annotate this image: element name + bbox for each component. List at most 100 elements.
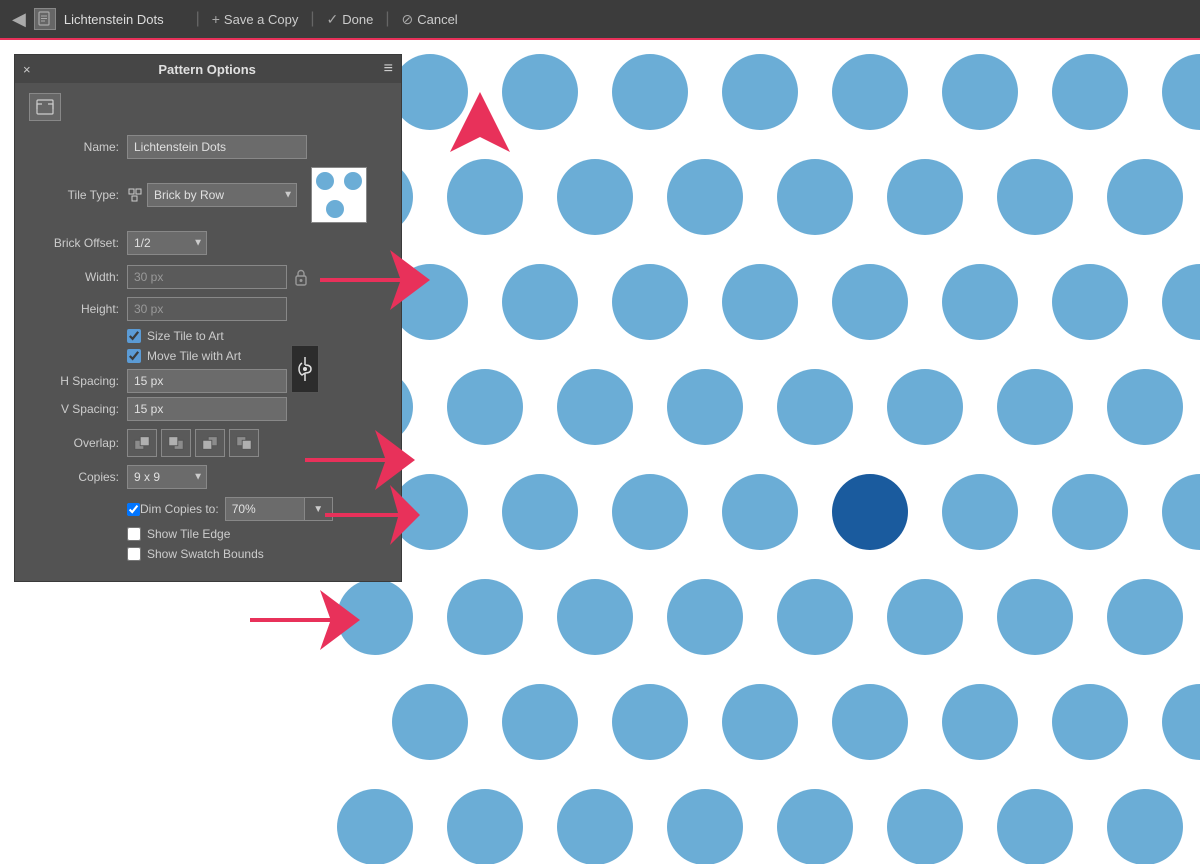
dim-copies-dropdown-button[interactable]: ▼ [305,497,333,521]
show-swatch-bounds-label: Show Swatch Bounds [147,547,264,561]
pattern-dot[interactable] [832,264,908,340]
tile-type-select[interactable]: Brick by Row Grid Brick by Column Hex by… [147,183,297,207]
pattern-dot[interactable] [337,579,413,655]
overlap-back-left-button[interactable] [195,429,225,457]
pattern-dot[interactable] [777,369,853,445]
panel-body: Name: Tile Type: [15,83,401,581]
pattern-dot[interactable] [447,369,523,445]
lock-icon[interactable] [291,267,311,287]
pattern-dot[interactable] [832,54,908,130]
overlap-back-right-button[interactable] [229,429,259,457]
pattern-dot[interactable] [1052,684,1128,760]
close-button[interactable]: × [23,62,31,77]
move-tile-checkbox[interactable] [127,349,141,363]
pattern-dot[interactable] [997,369,1073,445]
pattern-dot[interactable] [612,54,688,130]
cancel-prefix: ⊘ [401,11,413,28]
save-copy-button[interactable]: + Save a Copy [212,11,299,27]
cancel-button[interactable]: ⊘ Cancel [401,11,457,28]
height-input[interactable] [127,297,287,321]
show-tile-edge-checkbox[interactable] [127,527,141,541]
pattern-dot[interactable] [557,789,633,864]
move-tile-row: Move Tile with Art [29,349,387,363]
done-button[interactable]: ✓ Done [327,11,374,28]
pattern-dot[interactable] [557,159,633,235]
pattern-dot[interactable] [997,789,1073,864]
copies-select[interactable]: 9 x 9 3 x 3 5 x 5 7 x 7 11 x 11 [127,465,207,489]
dim-copies-checkbox[interactable] [127,503,140,516]
pattern-dot[interactable] [1162,54,1200,130]
pattern-dot[interactable] [1052,264,1128,340]
dim-copies-input[interactable] [225,497,305,521]
pattern-dot[interactable] [722,264,798,340]
pattern-dot[interactable] [997,579,1073,655]
pattern-dot[interactable] [337,789,413,864]
pattern-canvas[interactable] [390,40,1200,864]
pattern-dot[interactable] [942,54,1018,130]
pattern-dot[interactable] [1162,684,1200,760]
name-input[interactable] [127,135,307,159]
pattern-dot[interactable] [887,579,963,655]
pattern-dot[interactable] [447,159,523,235]
pattern-dot[interactable] [887,789,963,864]
size-tile-label: Size Tile to Art [147,329,224,343]
pattern-dot[interactable] [502,264,578,340]
overlap-front-right-button[interactable] [161,429,191,457]
width-row: Width: [29,265,387,289]
pattern-dot[interactable] [667,579,743,655]
pattern-dot[interactable] [1162,474,1200,550]
pattern-dot[interactable] [392,54,468,130]
pattern-dot[interactable] [612,264,688,340]
pattern-dot[interactable] [1107,789,1183,864]
tile-preview [311,167,367,223]
pattern-dot[interactable] [557,369,633,445]
pattern-dot[interactable] [1052,474,1128,550]
fit-to-window-button[interactable] [29,93,61,121]
pattern-dot[interactable] [502,684,578,760]
pattern-dot[interactable] [777,159,853,235]
pattern-dot[interactable] [667,369,743,445]
back-button[interactable]: ◀ [12,9,26,30]
pattern-dot[interactable] [777,579,853,655]
pattern-dot[interactable] [722,54,798,130]
pattern-dot[interactable] [1052,54,1128,130]
pattern-dot[interactable] [722,684,798,760]
pattern-dot[interactable] [392,684,468,760]
pattern-dot[interactable] [612,474,688,550]
pattern-dot[interactable] [1162,264,1200,340]
pattern-dot[interactable] [942,684,1018,760]
pattern-dot[interactable] [887,369,963,445]
overlap-front-left-button[interactable] [127,429,157,457]
pattern-dot[interactable] [557,579,633,655]
pattern-dot[interactable] [777,789,853,864]
pattern-dot[interactable] [392,474,468,550]
pattern-dot[interactable] [722,474,798,550]
link-spacing-button[interactable] [291,345,319,393]
pattern-dot[interactable] [667,159,743,235]
pattern-dot[interactable] [667,789,743,864]
pattern-dot[interactable] [1107,579,1183,655]
brick-offset-select[interactable]: 1/2 1/3 1/4 1/5 [127,231,207,255]
pattern-dot[interactable] [447,579,523,655]
pattern-dot[interactable] [447,789,523,864]
pattern-dot[interactable] [612,684,688,760]
pattern-dot[interactable] [1107,369,1183,445]
width-input[interactable] [127,265,287,289]
pattern-dot[interactable] [392,264,468,340]
panel-title: Pattern Options [158,62,256,77]
pattern-dot[interactable] [832,474,908,550]
size-tile-checkbox[interactable] [127,329,141,343]
pattern-dot[interactable] [997,159,1073,235]
panel-menu-icon[interactable]: ≡ [384,60,393,78]
h-spacing-input[interactable] [127,369,287,393]
copies-select-wrap: 9 x 9 3 x 3 5 x 5 7 x 7 11 x 11 ▼ [127,465,207,489]
pattern-dot[interactable] [942,474,1018,550]
v-spacing-input[interactable] [127,397,287,421]
pattern-dot[interactable] [1107,159,1183,235]
pattern-dot[interactable] [887,159,963,235]
show-swatch-bounds-checkbox[interactable] [127,547,141,561]
pattern-dot[interactable] [832,684,908,760]
pattern-dot[interactable] [942,264,1018,340]
pattern-dot[interactable] [502,474,578,550]
pattern-dot[interactable] [502,54,578,130]
